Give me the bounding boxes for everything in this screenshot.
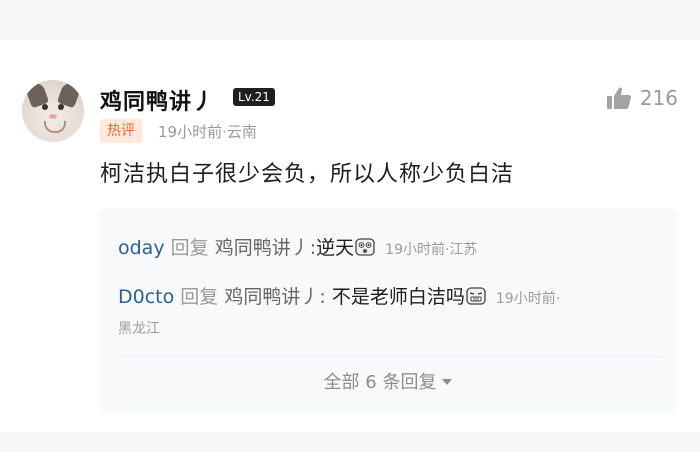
grimace-face-emoji-icon <box>466 284 486 305</box>
reply-verb: 回复 <box>180 286 219 308</box>
reply-box: oday 回复 鸡同鸭讲丿:逆天 19小时前·江苏 D0cto 回复 鸡同鸭讲丿… <box>100 209 676 411</box>
reply-content: 不是老师白洁吗 <box>331 286 465 308</box>
reply-username[interactable]: D0cto <box>118 286 174 308</box>
reply-meta: 19小时前·江苏 <box>385 242 478 258</box>
reply-item[interactable]: oday 回复 鸡同鸭讲丿:逆天 19小时前·江苏 <box>118 232 663 266</box>
avatar-nose <box>49 114 57 119</box>
like-count: 216 <box>639 86 678 110</box>
avatar-eye <box>42 104 48 110</box>
comment-username[interactable]: 鸡同鸭讲丿 <box>100 84 215 116</box>
like-button[interactable]: 216 <box>606 86 678 110</box>
bottom-separator <box>0 432 700 452</box>
avatar-mouth <box>44 121 66 133</box>
comment-meta: 19小时前·云南 <box>158 123 257 141</box>
reply-meta-location: 黑龙江 <box>118 321 160 337</box>
avatar-eye <box>58 104 64 110</box>
top-separator <box>0 0 700 40</box>
hot-comment-tag: 热评 <box>100 119 142 143</box>
reply-meta: 19小时前· <box>495 291 561 307</box>
view-all-replies-button[interactable]: 全部 6 条回复 <box>100 368 676 394</box>
level-badge: Lv.21 <box>233 88 275 106</box>
reply-username[interactable]: oday <box>118 237 165 259</box>
reply-verb: 回复 <box>170 237 209 259</box>
shocked-face-emoji-icon <box>355 235 375 256</box>
reply-item[interactable]: D0cto 回复 鸡同鸭讲丿: 不是老师白洁吗 19小时前· <box>118 281 663 315</box>
caret-down-icon <box>442 379 453 385</box>
reply-target[interactable]: 鸡同鸭讲丿: <box>215 237 316 259</box>
avatar[interactable] <box>22 80 84 142</box>
view-all-label: 全部 6 条回复 <box>323 372 437 393</box>
comment-text: 柯洁执白子很少会负，所以人称少负白洁 <box>100 162 515 187</box>
reply-target[interactable]: 鸡同鸭讲丿: <box>224 286 325 308</box>
divider <box>118 356 663 357</box>
thumbs-up-icon <box>606 86 632 110</box>
reply-content: 逆天 <box>316 237 355 259</box>
